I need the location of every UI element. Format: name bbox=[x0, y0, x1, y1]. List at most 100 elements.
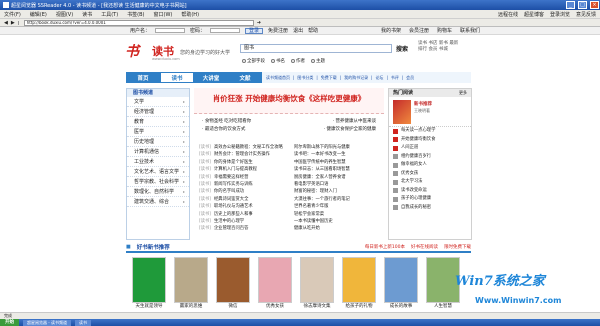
book-link[interactable]: 健康从吃开始 bbox=[294, 225, 384, 232]
forward-icon[interactable]: ▶ bbox=[11, 20, 15, 26]
top-link[interactable]: 新书 bbox=[439, 41, 448, 46]
book-card[interactable]: 微信 bbox=[216, 257, 250, 312]
category-item[interactable]: 数理化、自然科学 bbox=[127, 187, 189, 197]
book-link[interactable]: 世界名著青少年版 bbox=[294, 203, 384, 210]
tab-read[interactable]: 读书 bbox=[160, 72, 194, 83]
more-link[interactable]: 更多 bbox=[459, 89, 467, 97]
sub-nav-link[interactable]: 图书分类 bbox=[297, 75, 313, 81]
rank-item[interactable]: 每天读一点心理学 bbox=[389, 127, 471, 136]
book-link[interactable]: 一本书读懂中国历史 bbox=[294, 218, 384, 225]
book-link[interactable]: 你的身体是个好医生 bbox=[214, 159, 294, 166]
menu-read[interactable]: 读书 bbox=[82, 11, 92, 18]
close-button[interactable]: × bbox=[590, 1, 599, 9]
top-link[interactable]: 会员 bbox=[428, 47, 437, 52]
login-button[interactable]: 登录 bbox=[245, 27, 264, 34]
hot-link[interactable]: · 食物圣经 吃对吃错看你 bbox=[202, 118, 251, 126]
sub-nav-link[interactable]: 免费下载 bbox=[321, 75, 337, 81]
password-input[interactable] bbox=[210, 28, 241, 33]
top-link[interactable]: 书城 bbox=[439, 47, 448, 52]
book-link[interactable]: 大漠往事：一个旅行者的笔记 bbox=[294, 196, 384, 203]
sub-nav-link[interactable]: 会员 bbox=[406, 75, 414, 81]
minimize-button[interactable]: _ bbox=[566, 1, 575, 9]
book-card[interactable]: 优秀女孩 bbox=[258, 257, 292, 312]
book-link[interactable]: 你的名字叫成功 bbox=[214, 188, 294, 195]
hot-link[interactable]: · 营养健康从中医来谈 bbox=[333, 118, 376, 126]
tab-lecture[interactable]: 大讲堂 bbox=[194, 72, 228, 83]
sub-nav-link[interactable]: 我的购书记录 bbox=[344, 75, 368, 81]
menu-right-link[interactable]: 远程在线 bbox=[498, 11, 518, 18]
category-item[interactable]: 建筑交通、综合 bbox=[127, 197, 189, 207]
book-card[interactable]: 给孩子的礼物 bbox=[342, 257, 376, 312]
menu-tools[interactable]: 工具(T) bbox=[101, 11, 118, 18]
site-link[interactable]: 购物车 bbox=[437, 27, 452, 34]
search-option[interactable]: 主题 bbox=[311, 58, 325, 64]
rank-item[interactable]: 人间正道 bbox=[389, 144, 471, 153]
search-input[interactable]: 图书 bbox=[240, 44, 392, 53]
shelf-link[interactable]: 每日新书上新100本 bbox=[365, 244, 405, 250]
back-icon[interactable]: ◀ bbox=[4, 20, 8, 26]
book-link[interactable]: 读书日志：从三国看职场智慧 bbox=[294, 166, 384, 173]
url-field[interactable]: http://book.duxiu.com/?ver=4.0.0.0001 bbox=[23, 19, 254, 26]
menu-window[interactable]: 窗口(W) bbox=[154, 11, 173, 18]
search-option[interactable]: 作者 bbox=[291, 58, 305, 64]
site-link[interactable]: 联系我们 bbox=[460, 27, 480, 34]
book-link[interactable]: 经典诗词鉴赏大全 bbox=[214, 196, 294, 203]
promo-banner[interactable]: 肖价狂涨 开始健康均衡饮食《这样吃更健康》 bbox=[194, 88, 384, 114]
site-link[interactable]: 我的书架 bbox=[381, 27, 401, 34]
book-link[interactable]: 财务会计：管理会计实务操作 bbox=[214, 151, 294, 158]
rank-item[interactable]: 优秀女孩 bbox=[389, 170, 471, 179]
book-link[interactable]: 阿尔卑斯山脉下的阳光与健康 bbox=[294, 144, 384, 151]
rank-item[interactable]: 自我成长的秘密 bbox=[389, 204, 471, 213]
top-link[interactable]: 排行 bbox=[418, 47, 427, 52]
category-item[interactable]: 历史地理 bbox=[127, 137, 189, 147]
book-link[interactable]: 读书吧：一本好书改变一生 bbox=[294, 151, 384, 158]
book-link[interactable]: 历史上的那些人和事 bbox=[214, 211, 294, 218]
tab-literature[interactable]: 文献 bbox=[228, 72, 262, 83]
username-input[interactable] bbox=[155, 28, 186, 33]
site-logo[interactable]: 书 读书 您的身边学习的好大学 www.duxiu.com bbox=[125, 41, 245, 67]
rank-item[interactable]: 开始健康均衡饮食 bbox=[389, 136, 471, 145]
book-link[interactable]: 厨房健康：全家人营养食谱 bbox=[294, 174, 384, 181]
book-link[interactable]: 职场礼仪与沟通艺术 bbox=[214, 203, 294, 210]
category-item[interactable]: 文学 bbox=[127, 97, 189, 107]
sub-nav-link[interactable]: 论坛 bbox=[375, 75, 383, 81]
book-link[interactable]: 高效办公秘籍教程：文秘工作全攻略 bbox=[214, 144, 294, 151]
category-item[interactable]: 计算机通信 bbox=[127, 147, 189, 157]
menu-right-link[interactable]: 超星博客 bbox=[524, 11, 544, 18]
top-link[interactable]: 书店 bbox=[428, 41, 437, 46]
rank-item[interactable]: 读书改变命运 bbox=[389, 187, 471, 196]
rank-item[interactable]: 相约健康百岁行 bbox=[389, 153, 471, 162]
rank-item[interactable]: 北大学习法 bbox=[389, 178, 471, 187]
help-link[interactable]: 帮助 bbox=[308, 27, 318, 34]
book-link[interactable]: 企业管理百问百答 bbox=[214, 225, 294, 232]
register-link[interactable]: 免费注册 bbox=[268, 27, 288, 34]
category-item[interactable]: 文化艺术、语言文学 bbox=[127, 167, 189, 177]
site-link[interactable]: 会员注册 bbox=[409, 27, 429, 34]
search-button[interactable]: 搜索 bbox=[396, 44, 418, 53]
menu-file[interactable]: 文件(F) bbox=[4, 11, 21, 18]
book-card[interactable]: 天生就是领导 bbox=[132, 257, 166, 312]
hot-link[interactable]: · 健康饮食保护全家的健康 bbox=[324, 126, 376, 134]
tab-home[interactable]: 首页 bbox=[126, 72, 160, 83]
book-link[interactable]: 计算机入门与提高教程 bbox=[214, 166, 294, 173]
book-link[interactable]: 中国医学传统中的养生智慧 bbox=[294, 159, 384, 166]
featured-book[interactable]: 新书推荐 王晓明著 bbox=[389, 97, 471, 127]
taskbar-item[interactable]: 超星阅览器 - 读书频道 bbox=[23, 319, 71, 326]
rank-item[interactable]: 孩子的心理健康 bbox=[389, 195, 471, 204]
book-link[interactable]: 看电影学英语口语 bbox=[294, 181, 384, 188]
book-link[interactable]: 生活中的心理学 bbox=[214, 218, 294, 225]
search-option[interactable]: 全部字段 bbox=[242, 58, 265, 64]
book-card[interactable]: 徐志摩诗文集 bbox=[300, 257, 334, 312]
menu-view[interactable]: 视图(V) bbox=[56, 11, 73, 18]
shelf-link[interactable]: 好书在线阅读 bbox=[411, 244, 438, 250]
sub-nav-link[interactable]: 书评 bbox=[391, 75, 399, 81]
shelf-link[interactable]: 限时免费下载 bbox=[444, 244, 471, 250]
category-item[interactable]: 哲学宗教、社会科学 bbox=[127, 177, 189, 187]
book-link[interactable]: 新闻写作实务与训练 bbox=[214, 181, 294, 188]
book-link[interactable]: 幸福需要这样经营 bbox=[214, 174, 294, 181]
menu-bookmarks[interactable]: 书签(B) bbox=[127, 11, 144, 18]
book-card[interactable]: 成长的故事 bbox=[384, 257, 418, 312]
maximize-button[interactable]: □ bbox=[578, 1, 587, 9]
category-item[interactable]: 经济管理 bbox=[127, 107, 189, 117]
category-item[interactable]: 工业技术 bbox=[127, 157, 189, 167]
